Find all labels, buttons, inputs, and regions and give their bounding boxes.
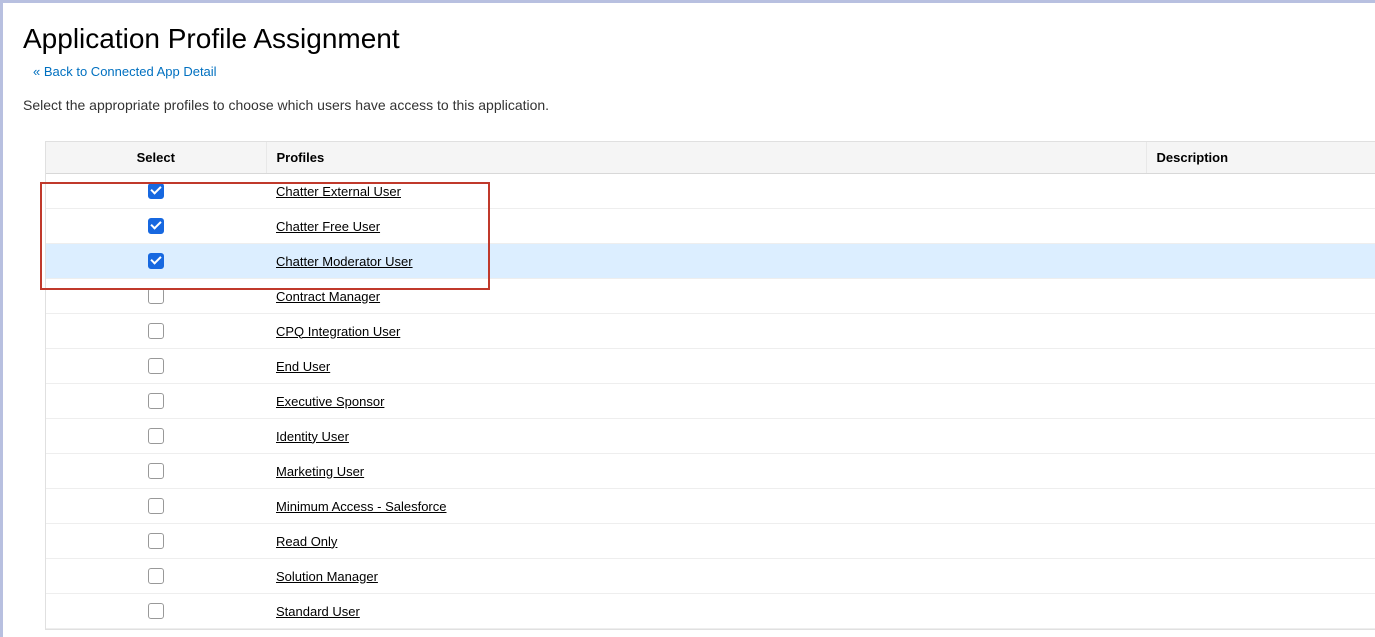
table-row: Read Only	[46, 524, 1375, 559]
cell-profile: Chatter Moderator User	[266, 244, 1146, 279]
profile-checkbox[interactable]	[148, 218, 164, 234]
cell-select	[46, 314, 266, 349]
cell-select	[46, 489, 266, 524]
cell-select	[46, 559, 266, 594]
profile-link[interactable]: Solution Manager	[276, 569, 378, 584]
cell-profile: Solution Manager	[266, 559, 1146, 594]
header-select: Select	[46, 142, 266, 174]
profiles-table-container: Select Profiles Description Chatter Exte…	[45, 141, 1375, 630]
profile-checkbox[interactable]	[148, 498, 164, 514]
profile-checkbox[interactable]	[148, 183, 164, 199]
table-row: Standard User	[46, 594, 1375, 629]
profile-link[interactable]: Chatter Free User	[276, 219, 380, 234]
cell-profile: Read Only	[266, 524, 1146, 559]
profile-checkbox[interactable]	[148, 568, 164, 584]
cell-profile: Contract Manager	[266, 279, 1146, 314]
profiles-table: Select Profiles Description Chatter Exte…	[46, 142, 1375, 629]
profile-link[interactable]: Standard User	[276, 604, 360, 619]
cell-description	[1146, 209, 1375, 244]
cell-description	[1146, 244, 1375, 279]
page-wrap: Application Profile Assignment « Back to…	[3, 3, 1375, 630]
cell-select	[46, 174, 266, 209]
cell-profile: Marketing User	[266, 454, 1146, 489]
profile-checkbox[interactable]	[148, 463, 164, 479]
cell-select	[46, 209, 266, 244]
cell-profile: End User	[266, 349, 1146, 384]
cell-description	[1146, 174, 1375, 209]
cell-description	[1146, 314, 1375, 349]
page-title: Application Profile Assignment	[23, 23, 1375, 55]
profile-link[interactable]: Chatter Moderator User	[276, 254, 413, 269]
cell-description	[1146, 489, 1375, 524]
instruction-text: Select the appropriate profiles to choos…	[23, 97, 1375, 113]
cell-description	[1146, 594, 1375, 629]
profile-link[interactable]: Marketing User	[276, 464, 364, 479]
profile-checkbox[interactable]	[148, 603, 164, 619]
table-row: CPQ Integration User	[46, 314, 1375, 349]
cell-select	[46, 279, 266, 314]
cell-description	[1146, 454, 1375, 489]
profile-link[interactable]: Contract Manager	[276, 289, 380, 304]
cell-profile: Chatter Free User	[266, 209, 1146, 244]
cell-select	[46, 349, 266, 384]
table-row: Chatter External User	[46, 174, 1375, 209]
header-description: Description	[1146, 142, 1375, 174]
profile-checkbox[interactable]	[148, 253, 164, 269]
table-row: Marketing User	[46, 454, 1375, 489]
profile-link[interactable]: Read Only	[276, 534, 337, 549]
profile-checkbox[interactable]	[148, 533, 164, 549]
cell-profile: Identity User	[266, 419, 1146, 454]
cell-description	[1146, 419, 1375, 454]
cell-description	[1146, 559, 1375, 594]
profile-link[interactable]: End User	[276, 359, 330, 374]
profile-link[interactable]: Executive Sponsor	[276, 394, 384, 409]
cell-select	[46, 384, 266, 419]
profile-link[interactable]: Identity User	[276, 429, 349, 444]
cell-profile: Standard User	[266, 594, 1146, 629]
back-link[interactable]: « Back to Connected App Detail	[33, 64, 217, 79]
cell-profile: Minimum Access - Salesforce	[266, 489, 1146, 524]
profile-checkbox[interactable]	[148, 428, 164, 444]
table-row: Executive Sponsor	[46, 384, 1375, 419]
cell-select	[46, 454, 266, 489]
header-profiles: Profiles	[266, 142, 1146, 174]
table-header-row: Select Profiles Description	[46, 142, 1375, 174]
profile-link[interactable]: CPQ Integration User	[276, 324, 400, 339]
cell-select	[46, 524, 266, 559]
profile-checkbox[interactable]	[148, 288, 164, 304]
cell-description	[1146, 349, 1375, 384]
cell-select	[46, 594, 266, 629]
table-row: End User	[46, 349, 1375, 384]
cell-description	[1146, 279, 1375, 314]
table-row: Chatter Moderator User	[46, 244, 1375, 279]
profile-checkbox[interactable]	[148, 323, 164, 339]
table-row: Solution Manager	[46, 559, 1375, 594]
table-row: Chatter Free User	[46, 209, 1375, 244]
cell-description	[1146, 384, 1375, 419]
table-row: Identity User	[46, 419, 1375, 454]
profile-link[interactable]: Minimum Access - Salesforce	[276, 499, 447, 514]
table-row: Minimum Access - Salesforce	[46, 489, 1375, 524]
table-row: Contract Manager	[46, 279, 1375, 314]
profile-link[interactable]: Chatter External User	[276, 184, 401, 199]
profile-checkbox[interactable]	[148, 393, 164, 409]
cell-profile: CPQ Integration User	[266, 314, 1146, 349]
cell-select	[46, 419, 266, 454]
cell-profile: Executive Sponsor	[266, 384, 1146, 419]
cell-profile: Chatter External User	[266, 174, 1146, 209]
profile-checkbox[interactable]	[148, 358, 164, 374]
cell-description	[1146, 524, 1375, 559]
cell-select	[46, 244, 266, 279]
